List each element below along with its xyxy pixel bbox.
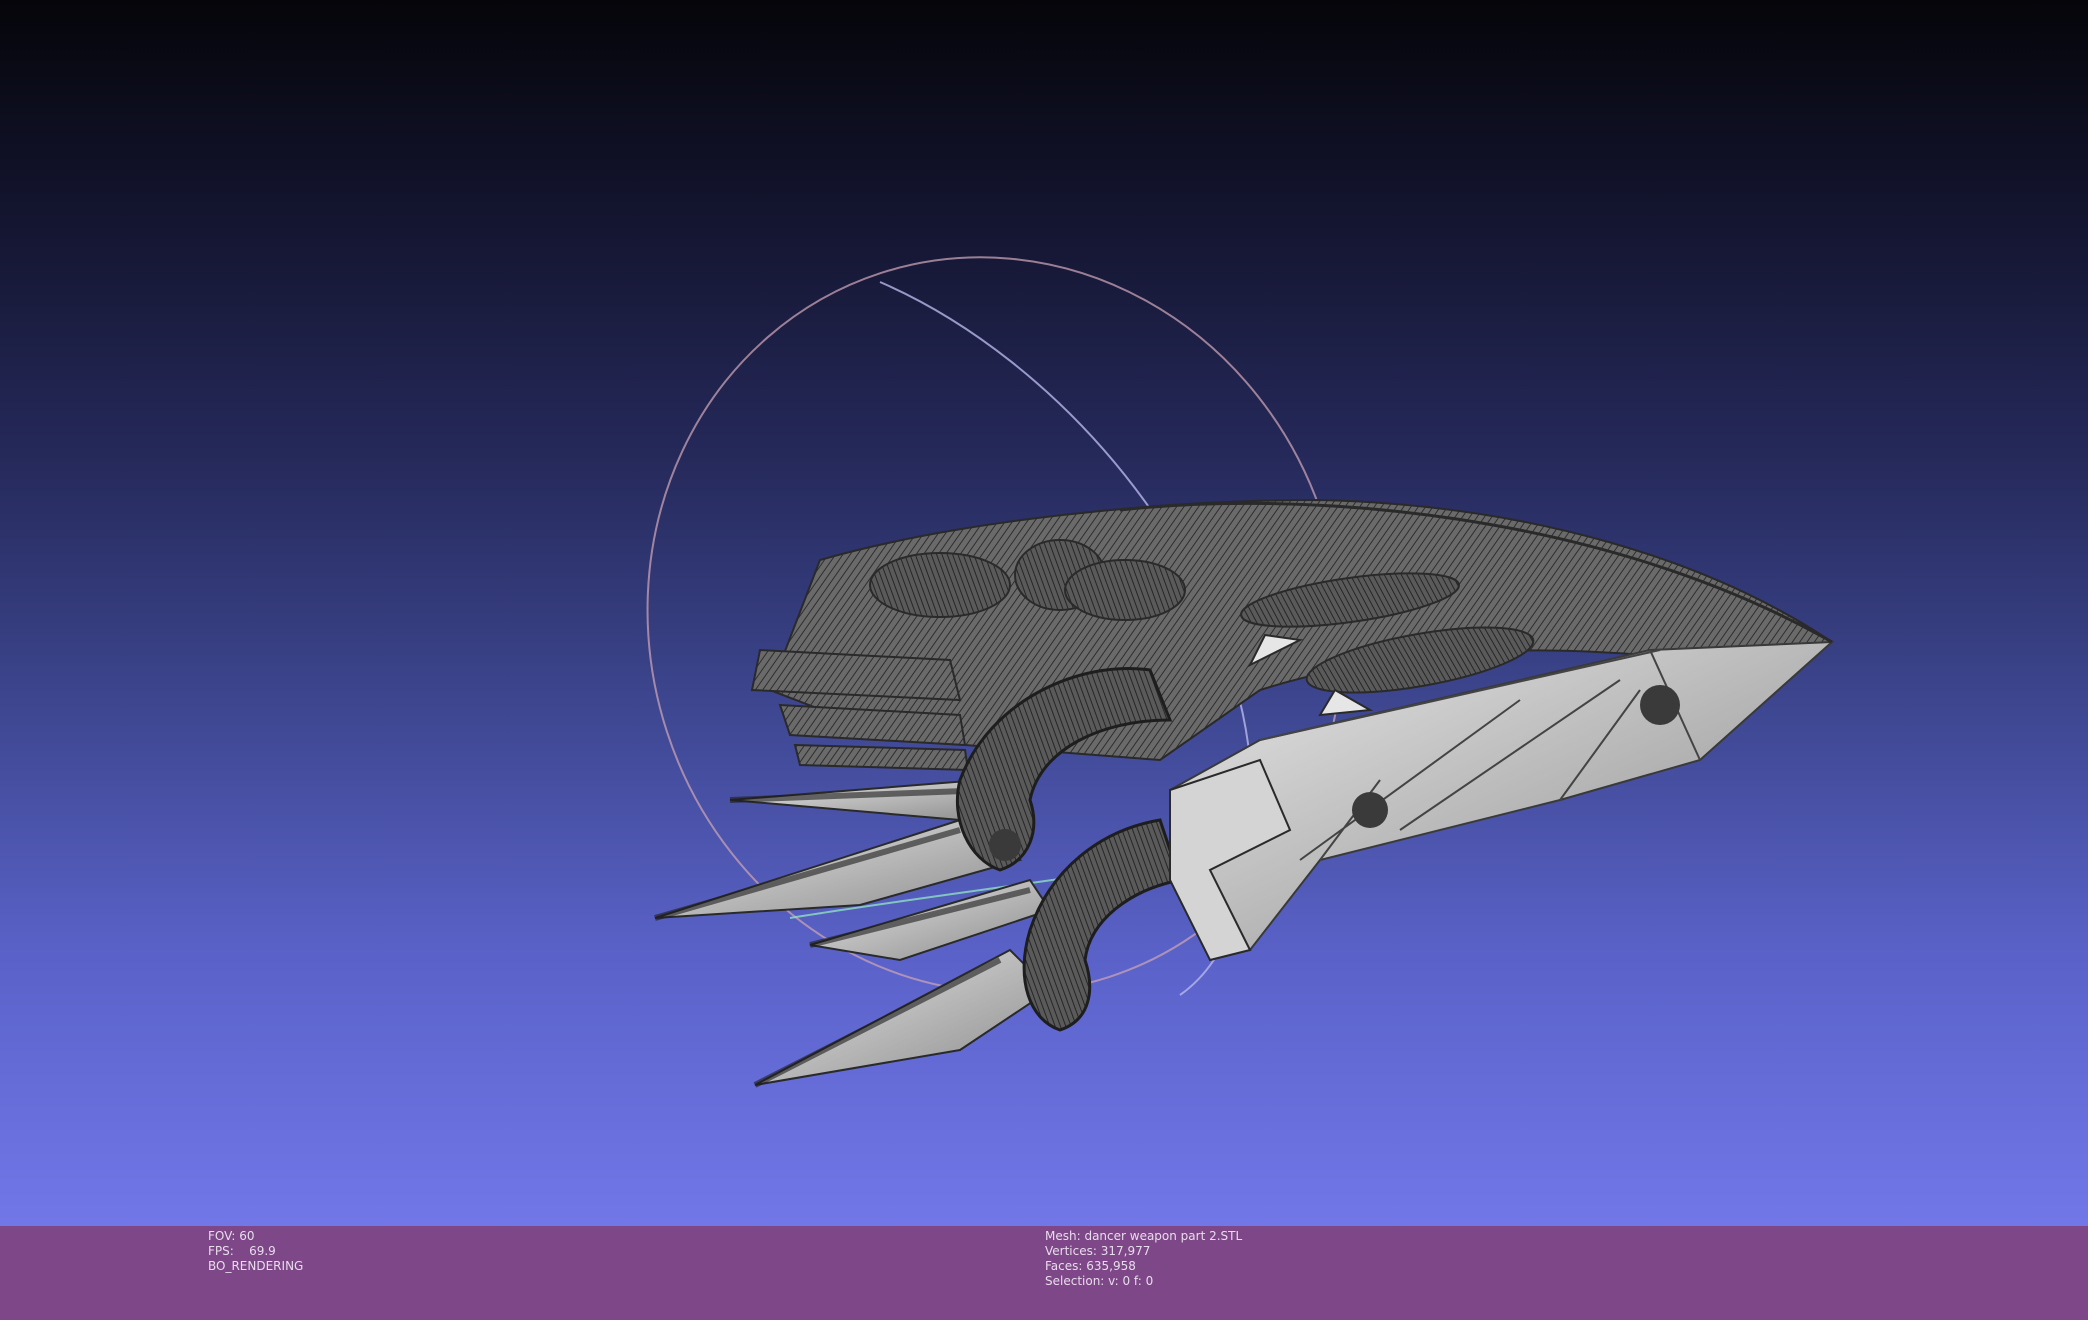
- face-count: Faces: 635,958: [1045, 1259, 1136, 1273]
- vertex-count: Vertices: 317,977: [1045, 1244, 1151, 1258]
- mesh-oval-5: [1064, 559, 1186, 621]
- 3d-viewport[interactable]: [0, 0, 2088, 1226]
- mesh-sphere-1: [1640, 685, 1680, 725]
- mesh-horn-2: [1022, 818, 1182, 1032]
- render-info: FOV: 60 FPS: 69.9 BO_RENDERING: [208, 1229, 303, 1274]
- mesh-scene[interactable]: [0, 0, 2088, 1226]
- fov-readout: FOV: 60: [208, 1229, 255, 1243]
- selection-info: Selection: v: 0 f: 0: [1045, 1274, 1154, 1288]
- mesh-info: Mesh: dancer weapon part 2.STL Vertices:…: [1045, 1229, 1242, 1289]
- fps-label: FPS:: [208, 1244, 234, 1258]
- fps-readout: FPS: 69.9: [208, 1244, 303, 1259]
- mesh-name: Mesh: dancer weapon part 2.STL: [1045, 1229, 1243, 1243]
- mesh-sphere-2: [1352, 792, 1388, 828]
- render-mode: BO_RENDERING: [208, 1259, 304, 1273]
- fps-value: 69.9: [249, 1244, 276, 1258]
- mesh-triangle-2: [1318, 688, 1374, 717]
- mesh-model[interactable]: [654, 498, 1835, 1088]
- mesh-sphere-3: [989, 829, 1021, 861]
- mesh-oval-3: [869, 552, 1011, 618]
- status-bar: FOV: 60 FPS: 69.9 BO_RENDERING Mesh: dan…: [0, 1226, 2088, 1320]
